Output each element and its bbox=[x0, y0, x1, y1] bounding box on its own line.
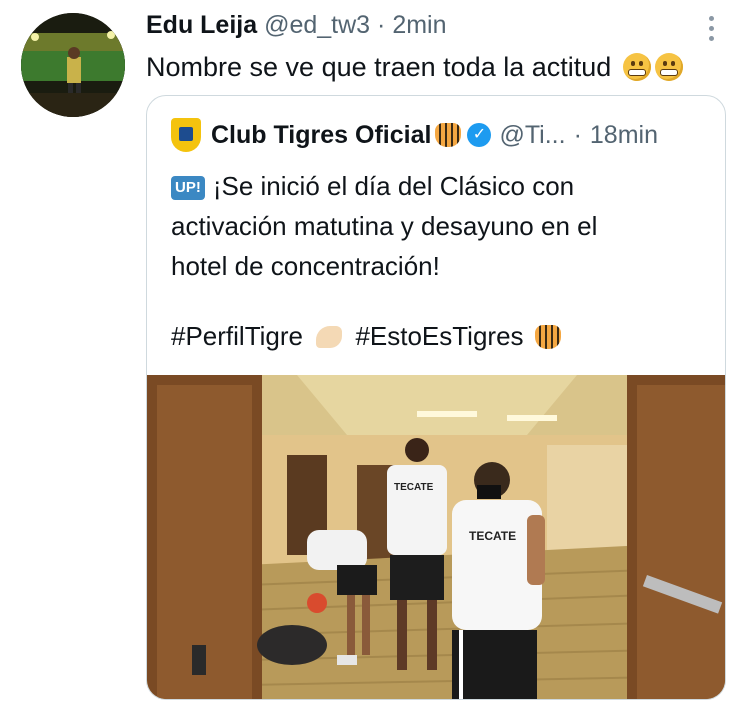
tigres-logo-icon bbox=[171, 118, 201, 152]
author-avatar[interactable] bbox=[21, 13, 125, 117]
verified-badge-icon: ✓ bbox=[467, 123, 492, 147]
tweet-header: Edu Leija @ed_tw3 · 2min bbox=[146, 8, 447, 42]
tweet-time[interactable]: 2min bbox=[392, 11, 446, 39]
quoted-text-line-3: hotel de concentración! bbox=[171, 251, 440, 281]
up-badge-icon: UP! bbox=[171, 176, 205, 200]
jersey-sponsor-text-2: TECATE bbox=[469, 529, 516, 543]
avatar-photo bbox=[21, 13, 125, 117]
hashtag-estoestigres[interactable]: #EstoEsTigres bbox=[355, 321, 523, 351]
quoted-text-line-2: activación matutina y desayuno en el bbox=[171, 211, 598, 241]
quoted-tweet-photo[interactable]: TECATE TECATE bbox=[147, 375, 725, 699]
quoted-text-line-1: UP! ¡Se inició el día del Clásico con bbox=[171, 166, 711, 206]
tweet-body: Nombre se ve que traen toda la actitud bbox=[146, 52, 612, 82]
author-name[interactable]: Edu Leija bbox=[146, 11, 257, 39]
tiger-face-icon bbox=[435, 123, 462, 147]
quoted-author-handle[interactable]: @Ti... bbox=[499, 119, 565, 151]
more-options-icon[interactable] bbox=[700, 8, 722, 48]
quoted-separator: · bbox=[573, 121, 582, 149]
quoted-hashtags: #PerfilTigre #EstoEsTigres bbox=[171, 316, 565, 356]
quoted-tweet-text: UP! ¡Se inició el día del Clásico con act… bbox=[171, 166, 711, 286]
flexed-biceps-icon bbox=[316, 326, 343, 348]
grimacing-face-icon bbox=[622, 53, 651, 81]
quoted-time[interactable]: 18min bbox=[590, 119, 658, 151]
header-separator: · bbox=[377, 11, 386, 39]
hotel-hallway-photo: TECATE TECATE bbox=[147, 375, 725, 699]
author-handle[interactable]: @ed_tw3 bbox=[264, 11, 370, 39]
tiger-face-icon bbox=[534, 325, 561, 349]
tweet-text: Nombre se ve que traen toda la actitud bbox=[146, 50, 683, 84]
grimacing-face-icon bbox=[654, 53, 683, 81]
quoted-tweet-header: Club Tigres Oficial ✓ @Ti... · 18min bbox=[171, 118, 658, 152]
jersey-sponsor-text: TECATE bbox=[394, 482, 434, 493]
quoted-author-name[interactable]: Club Tigres Oficial bbox=[211, 119, 431, 151]
quoted-tweet-card[interactable]: Club Tigres Oficial ✓ @Ti... · 18min UP!… bbox=[146, 95, 726, 700]
hashtag-perfiltigre[interactable]: #PerfilTigre bbox=[171, 321, 303, 351]
